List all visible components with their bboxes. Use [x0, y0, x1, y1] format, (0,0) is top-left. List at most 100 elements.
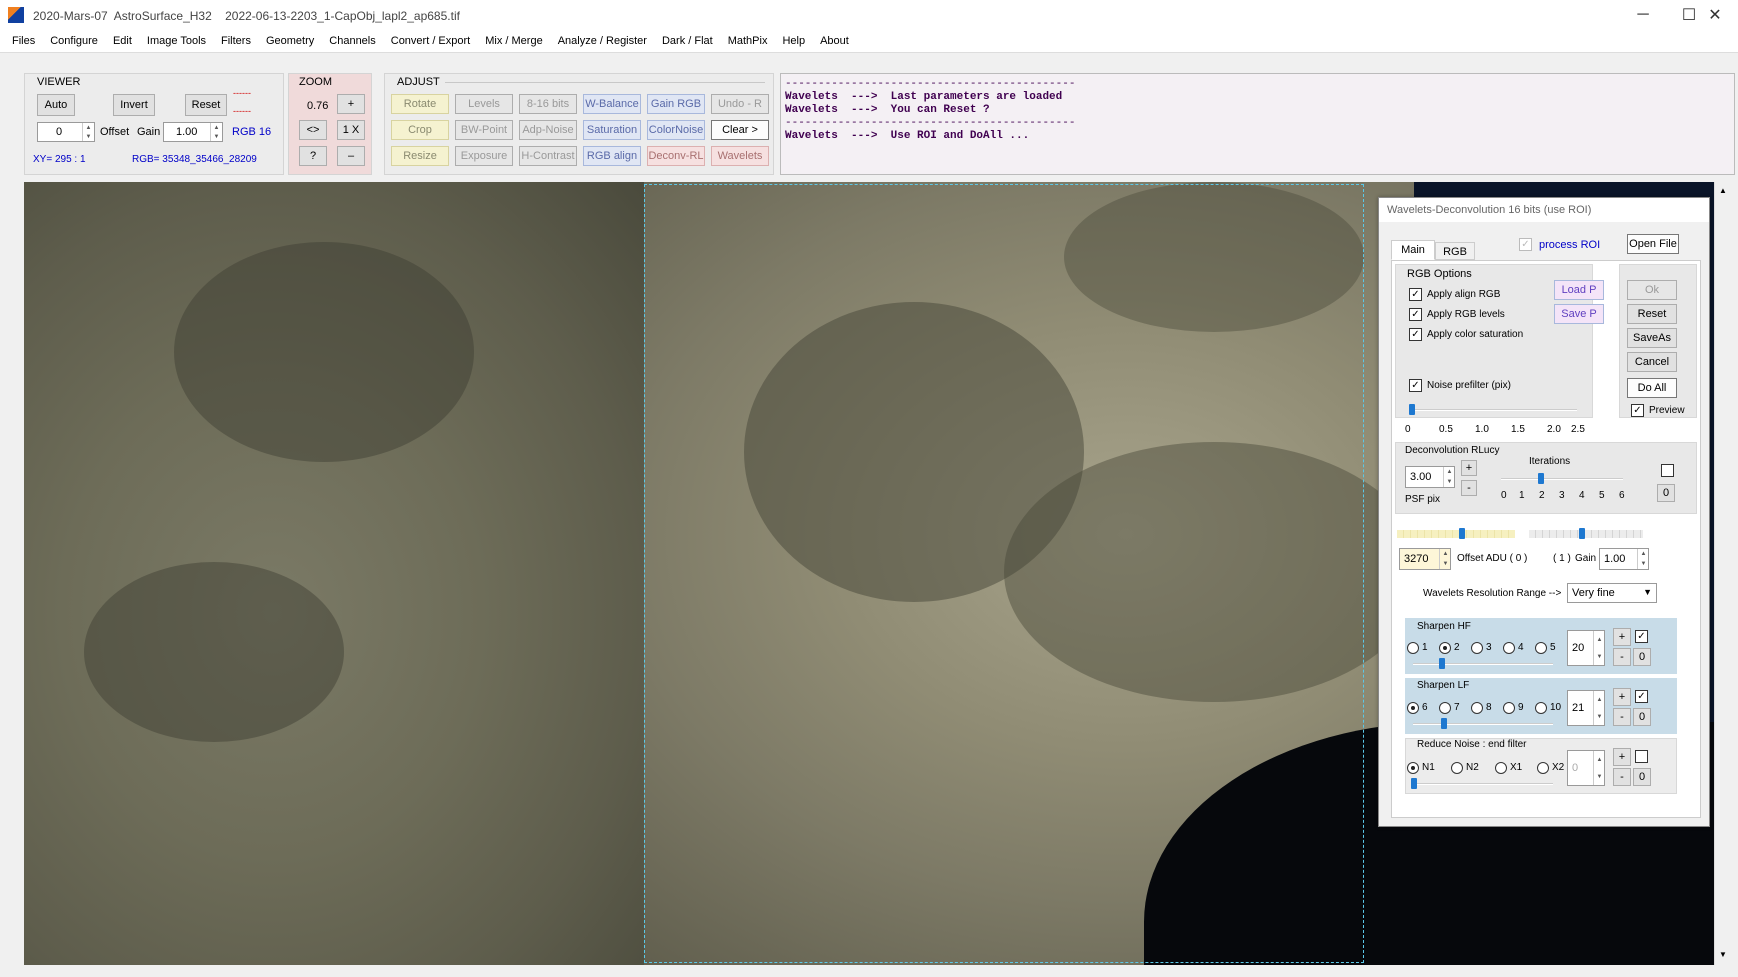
offset-adu-spinner[interactable]: ▲ ▼ — [1439, 549, 1451, 569]
w-balance-button[interactable]: W-Balance — [583, 94, 641, 114]
tab-rgb[interactable]: RGB — [1435, 242, 1475, 260]
process-roi-checkbox[interactable]: ✓ — [1519, 238, 1532, 251]
menu-image-tools[interactable]: Image Tools — [141, 35, 212, 47]
noise-prefilter-checkbox[interactable]: ✓ — [1409, 379, 1422, 392]
adp-noise-button[interactable]: Adp-Noise — [519, 120, 577, 140]
menu-edit[interactable]: Edit — [107, 35, 138, 47]
iterations-zero-button[interactable]: 0 — [1657, 484, 1675, 502]
sharpen-lf-thumb[interactable] — [1441, 718, 1447, 729]
zoom-fit-button[interactable]: <> — [299, 120, 327, 140]
hf-radio-5[interactable] — [1535, 642, 1547, 654]
sharpen-lf-checkbox[interactable]: ✓ — [1635, 690, 1648, 703]
iterations-thumb[interactable] — [1538, 473, 1544, 484]
do-all-button[interactable]: Do All — [1627, 378, 1677, 398]
tab-main[interactable]: Main — [1391, 240, 1435, 260]
saveas-button[interactable]: SaveAs — [1627, 328, 1677, 348]
gain-spinner[interactable]: ▲ ▼ — [210, 123, 222, 141]
apply-align-checkbox[interactable]: ✓ — [1409, 288, 1422, 301]
deconv-checkbox[interactable] — [1661, 464, 1674, 477]
reduce-noise-thumb[interactable] — [1411, 778, 1417, 789]
sharpen-hf-minus-button[interactable]: - — [1613, 648, 1631, 666]
ok-button[interactable]: Ok — [1627, 280, 1677, 300]
h-contrast-button[interactable]: H-Contrast — [519, 146, 577, 166]
dialog-gain-spinner[interactable]: ▲ ▼ — [1637, 549, 1649, 569]
crop-button[interactable]: Crop — [391, 120, 449, 140]
gain-rgb-button[interactable]: Gain RGB — [647, 94, 705, 114]
dialog-reset-button[interactable]: Reset — [1627, 304, 1677, 324]
noise-prefilter-slider[interactable] — [1409, 409, 1577, 411]
menu-geometry[interactable]: Geometry — [260, 35, 320, 47]
reduce-noise-slider[interactable] — [1413, 783, 1553, 785]
invert-button[interactable]: Invert — [113, 94, 155, 116]
reduce-noise-spinner[interactable]: ▲ ▼ — [1593, 751, 1605, 785]
menu-filters[interactable]: Filters — [215, 35, 257, 47]
minimize-button[interactable]: ─ — [1620, 0, 1666, 30]
psf-plus-button[interactable]: + — [1461, 460, 1477, 476]
colornoise-button[interactable]: ColorNoise — [647, 120, 705, 140]
reduce-noise-zero-button[interactable]: 0 — [1633, 768, 1651, 786]
bw-point-button[interactable]: BW-Point — [455, 120, 513, 140]
gain-thumb[interactable] — [1579, 528, 1585, 539]
sharpen-hf-checkbox[interactable]: ✓ — [1635, 630, 1648, 643]
menu-analyze-register[interactable]: Analyze / Register — [552, 35, 653, 47]
zoom-help-button[interactable]: ? — [299, 146, 327, 166]
sharpen-hf-plus-button[interactable]: + — [1613, 628, 1631, 646]
close-button[interactable]: ✕ — [1692, 0, 1738, 30]
preview-checkbox[interactable]: ✓ — [1631, 404, 1644, 417]
lf-radio-9[interactable] — [1503, 702, 1515, 714]
lf-radio-8[interactable] — [1471, 702, 1483, 714]
menu-files[interactable]: Files — [6, 35, 41, 47]
menu-channels[interactable]: Channels — [323, 35, 381, 47]
zoom-1x-button[interactable]: 1 X — [337, 120, 365, 140]
cancel-button[interactable]: Cancel — [1627, 352, 1677, 372]
reduce-noise-minus-button[interactable]: - — [1613, 768, 1631, 786]
menu-convert-export[interactable]: Convert / Export — [385, 35, 476, 47]
menu-mathpix[interactable]: MathPix — [722, 35, 774, 47]
8-16-bits-button[interactable]: 8-16 bits — [519, 94, 577, 114]
open-file-button[interactable]: Open File — [1627, 234, 1679, 254]
offset-thumb[interactable] — [1459, 528, 1465, 539]
scroll-up-icon[interactable]: ▲ — [1719, 186, 1727, 195]
hf-radio-1[interactable] — [1407, 642, 1419, 654]
hf-radio-2[interactable] — [1439, 642, 1451, 654]
vertical-scrollbar[interactable]: ▲ ▼ — [1714, 182, 1734, 965]
psf-spinner[interactable]: ▲ ▼ — [1443, 467, 1455, 487]
save-p-button[interactable]: Save P — [1554, 304, 1604, 324]
sharpen-lf-spinner[interactable]: ▲ ▼ — [1593, 691, 1605, 725]
rn-radio-n1[interactable] — [1407, 762, 1419, 774]
sharpen-lf-plus-button[interactable]: + — [1613, 688, 1631, 706]
sharpen-lf-zero-button[interactable]: 0 — [1633, 708, 1651, 726]
rgb-align-button[interactable]: RGB align — [583, 146, 641, 166]
sharpen-hf-spinner[interactable]: ▲ ▼ — [1593, 631, 1605, 665]
zoom-in-button[interactable]: + — [337, 94, 365, 114]
wavelets-button[interactable]: Wavelets — [711, 146, 769, 166]
reduce-noise-plus-button[interactable]: + — [1613, 748, 1631, 766]
resize-button[interactable]: Resize — [391, 146, 449, 166]
menu-dark-flat[interactable]: Dark / Flat — [656, 35, 719, 47]
rn-radio-x2[interactable] — [1537, 762, 1549, 774]
saturation-button[interactable]: Saturation — [583, 120, 641, 140]
hf-radio-3[interactable] — [1471, 642, 1483, 654]
exposure-button[interactable]: Exposure — [455, 146, 513, 166]
offset-slider[interactable] — [1397, 530, 1515, 538]
lf-radio-6[interactable] — [1407, 702, 1419, 714]
rn-radio-n2[interactable] — [1451, 762, 1463, 774]
sharpen-hf-slider[interactable] — [1413, 663, 1553, 665]
sharpen-lf-minus-button[interactable]: - — [1613, 708, 1631, 726]
sharpen-lf-slider[interactable] — [1413, 723, 1553, 725]
load-p-button[interactable]: Load P — [1554, 280, 1604, 300]
iterations-slider[interactable] — [1501, 478, 1623, 480]
levels-button[interactable]: Levels — [455, 94, 513, 114]
menu-help[interactable]: Help — [776, 35, 811, 47]
menu-configure[interactable]: Configure — [44, 35, 104, 47]
rn-radio-x1[interactable] — [1495, 762, 1507, 774]
psf-minus-button[interactable]: - — [1461, 480, 1477, 496]
deconv-rl-button[interactable]: Deconv-RL — [647, 146, 705, 166]
menu-mix-merge[interactable]: Mix / Merge — [479, 35, 548, 47]
auto-button[interactable]: Auto — [37, 94, 75, 116]
zoom-out-button[interactable]: – — [337, 146, 365, 166]
apply-saturation-checkbox[interactable]: ✓ — [1409, 328, 1422, 341]
sharpen-hf-thumb[interactable] — [1439, 658, 1445, 669]
lf-radio-7[interactable] — [1439, 702, 1451, 714]
apply-levels-checkbox[interactable]: ✓ — [1409, 308, 1422, 321]
